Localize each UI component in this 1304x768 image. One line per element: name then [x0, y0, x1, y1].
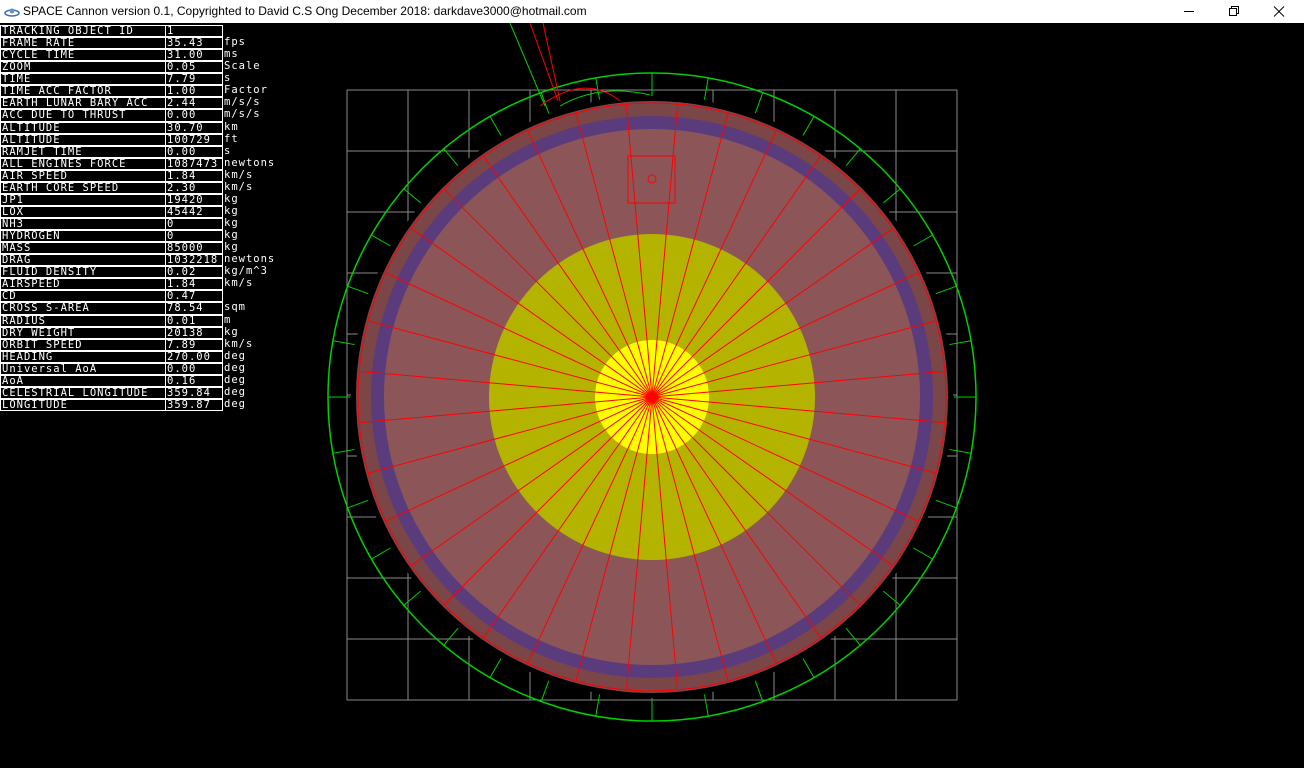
trajectory-line — [509, 23, 546, 107]
orbit-tick — [371, 234, 391, 247]
orbit-tick — [595, 694, 601, 717]
orbit-tick — [883, 590, 901, 606]
orbit-tick — [403, 590, 421, 606]
orbit-tick — [913, 547, 933, 560]
close-icon — [1273, 6, 1285, 17]
orbit-tick — [883, 188, 901, 204]
orbit-tick — [489, 116, 502, 136]
app-icon — [4, 4, 20, 18]
orbit-tick — [754, 680, 764, 702]
orbit-tick — [443, 628, 459, 646]
orbit-tick — [935, 499, 957, 509]
orbit-tick — [935, 285, 957, 295]
orbit-tick — [703, 77, 709, 100]
orbit-tick — [949, 448, 972, 454]
title-bar: SPACE Cannon version 0.1, Copyrighted to… — [0, 0, 1304, 23]
orbit-tick — [754, 92, 764, 114]
simulation-viewport — [327, 23, 977, 722]
orbit-tick — [913, 234, 933, 247]
orbit-tick — [845, 628, 861, 646]
orbit-tick — [347, 285, 369, 295]
orbit-tick — [332, 448, 355, 454]
window-title: SPACE Cannon version 0.1, Copyrighted to… — [23, 4, 587, 18]
orbit-tick — [489, 658, 502, 678]
orbit-tick — [949, 340, 972, 346]
orbit-tick — [802, 658, 815, 678]
minimize-button[interactable] — [1166, 0, 1212, 23]
orbit-tick — [403, 188, 421, 204]
orbit-tick — [703, 694, 709, 717]
orbit-tick — [347, 499, 369, 509]
minimize-icon — [1184, 11, 1194, 12]
maximize-button[interactable] — [1211, 0, 1257, 23]
orbit-tick — [332, 340, 355, 346]
close-button[interactable] — [1256, 0, 1302, 23]
center-marker — [648, 393, 656, 401]
orbit-tick — [371, 547, 391, 560]
restore-icon — [1229, 6, 1239, 16]
trajectory-line-red — [529, 23, 559, 102]
orbit-tick — [802, 116, 815, 136]
orbit-tick — [540, 680, 550, 702]
